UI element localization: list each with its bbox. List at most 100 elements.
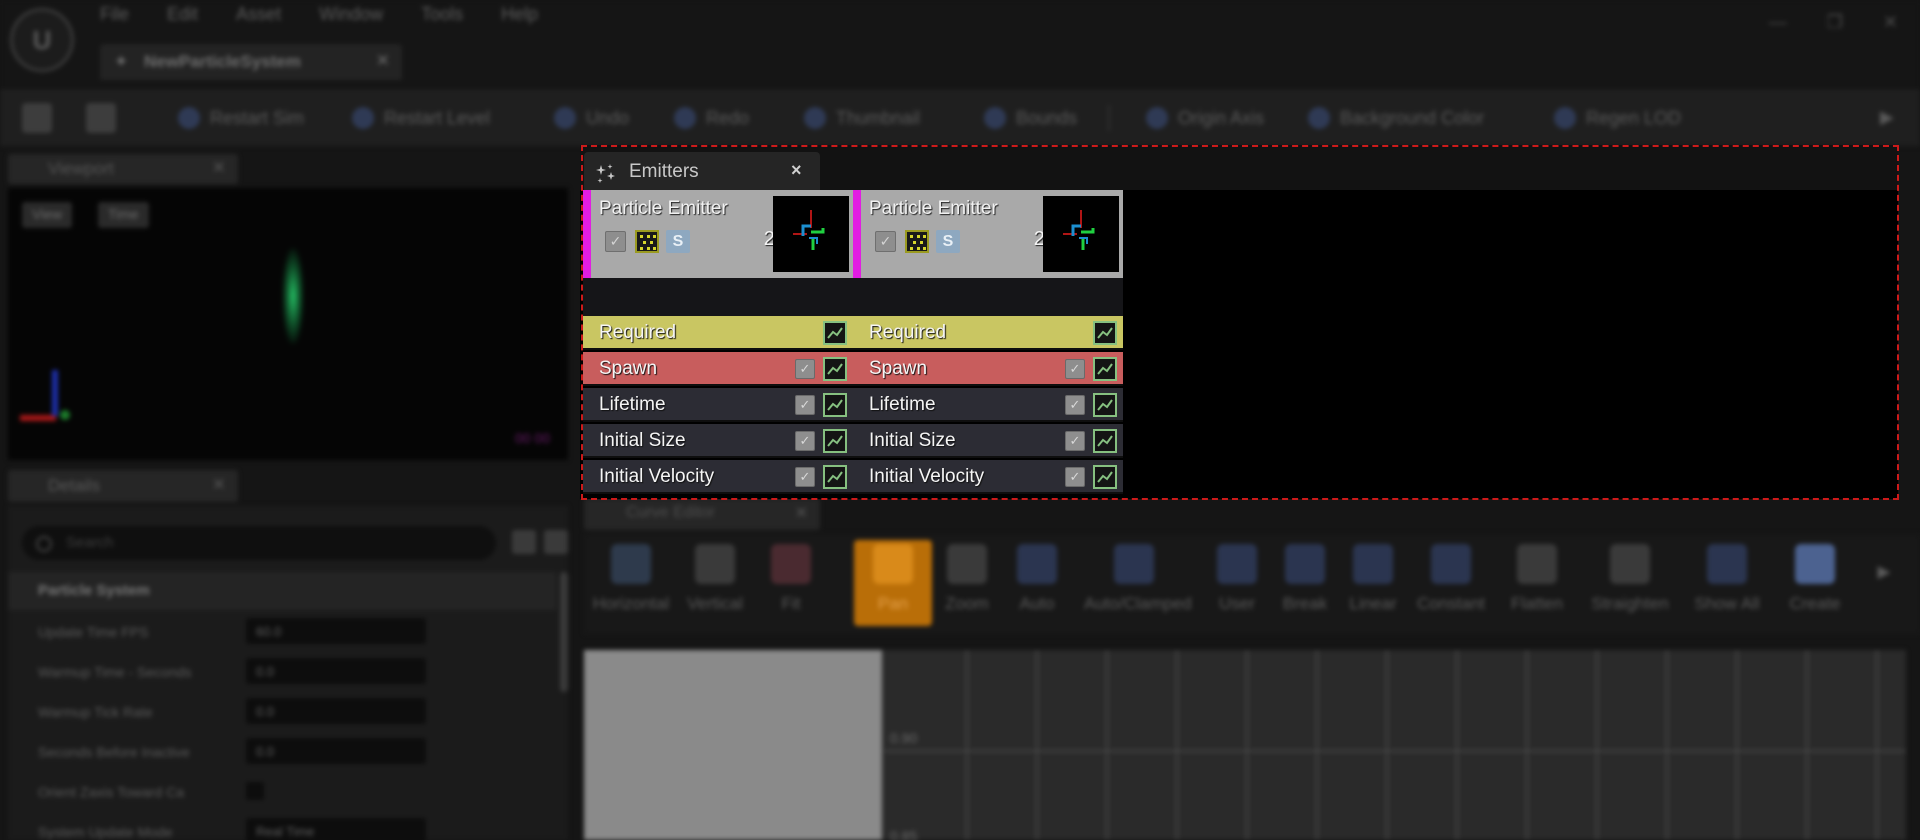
emitter-enable-checkbox[interactable]: ✓ bbox=[605, 231, 626, 252]
view-options-button[interactable]: View bbox=[22, 202, 73, 228]
unreal-logo-icon[interactable]: U bbox=[10, 8, 74, 72]
module-lifetime[interactable]: Lifetime ✓ bbox=[583, 388, 853, 422]
prop-value-field[interactable]: 60.0 bbox=[246, 618, 426, 644]
regen-lod-button[interactable]: Regen LOD bbox=[1554, 107, 1681, 129]
viewport-tab[interactable]: Viewport ✕ bbox=[8, 154, 238, 184]
close-window-icon[interactable]: ✕ bbox=[1883, 12, 1898, 33]
linear-button[interactable]: Linear bbox=[1334, 540, 1412, 626]
module-enable-checkbox[interactable]: ✓ bbox=[795, 395, 815, 415]
zoom-button[interactable]: Zoom bbox=[928, 540, 1006, 626]
user-button[interactable]: User bbox=[1198, 540, 1276, 626]
menu-tools[interactable]: Tools bbox=[421, 4, 463, 25]
settings-icon[interactable] bbox=[544, 530, 568, 554]
module-initial-velocity[interactable]: Initial Velocity ✓ bbox=[583, 460, 853, 494]
curve-graph-icon[interactable] bbox=[1093, 393, 1117, 417]
break-button[interactable]: Break bbox=[1266, 540, 1344, 626]
close-icon[interactable]: ✕ bbox=[212, 475, 226, 495]
curve-graph-icon[interactable] bbox=[823, 393, 847, 417]
constant-button[interactable]: Constant bbox=[1412, 540, 1490, 626]
curve-graph-icon[interactable] bbox=[1093, 321, 1117, 345]
curve-graph-icon[interactable] bbox=[823, 321, 847, 345]
details-tab[interactable]: Details ✕ bbox=[8, 470, 238, 502]
flatten-button[interactable]: Flatten bbox=[1498, 540, 1576, 626]
menu-file[interactable]: File bbox=[100, 4, 129, 25]
emitter-enable-checkbox[interactable]: ✓ bbox=[875, 231, 896, 252]
maximize-icon[interactable]: ❐ bbox=[1827, 12, 1843, 33]
module-enable-checkbox[interactable]: ✓ bbox=[1065, 467, 1085, 487]
bounds-button[interactable]: Bounds bbox=[984, 107, 1077, 129]
module-enable-checkbox[interactable]: ✓ bbox=[795, 467, 815, 487]
curve-graph-icon[interactable] bbox=[823, 357, 847, 381]
emitter-draw-mode-icon[interactable] bbox=[905, 230, 929, 253]
view-options-icon[interactable] bbox=[512, 530, 536, 554]
time-options-button[interactable]: Time bbox=[98, 202, 149, 228]
prop-value-field[interactable]: 0.0 bbox=[246, 698, 426, 724]
curve-graph-icon[interactable] bbox=[823, 465, 847, 489]
prop-value-field[interactable]: 0.0 bbox=[246, 738, 426, 764]
prop-value-field[interactable]: 0.0 bbox=[246, 658, 426, 684]
close-icon[interactable]: × bbox=[791, 160, 802, 181]
module-enable-checkbox[interactable]: ✓ bbox=[1065, 431, 1085, 451]
curve-graph-icon[interactable] bbox=[823, 429, 847, 453]
module-initial-velocity[interactable]: Initial Velocity ✓ bbox=[853, 460, 1123, 494]
emitter-header[interactable]: Particle Emitter ✓ S 23 bbox=[583, 190, 853, 278]
create-button[interactable]: Create bbox=[1776, 540, 1854, 626]
menu-help[interactable]: Help bbox=[501, 4, 538, 25]
module-initial-size[interactable]: Initial Size ✓ bbox=[853, 424, 1123, 458]
module-initial-size[interactable]: Initial Size ✓ bbox=[583, 424, 853, 458]
curve-graph[interactable]: 0.90 0.85 bbox=[584, 650, 1906, 840]
module-enable-checkbox[interactable]: ✓ bbox=[1065, 359, 1085, 379]
section-particle-system[interactable]: Particle System bbox=[8, 572, 556, 610]
emitter-header[interactable]: Particle Emitter ✓ S 23 bbox=[853, 190, 1123, 278]
straighten-button[interactable]: Straighten bbox=[1584, 540, 1676, 626]
module-enable-checkbox[interactable]: ✓ bbox=[795, 359, 815, 379]
curve-toolbar-overflow-icon[interactable]: ▶ bbox=[1864, 540, 1904, 626]
emitters-tab[interactable]: Emitters × bbox=[584, 152, 820, 190]
viewport[interactable]: View Time 00 00 bbox=[8, 188, 568, 460]
horizontal-fit-button[interactable]: Horizontal bbox=[592, 540, 670, 626]
close-icon[interactable]: ✕ bbox=[376, 51, 390, 71]
emitter-draw-mode-icon[interactable] bbox=[635, 230, 659, 253]
menu-window[interactable]: Window bbox=[319, 4, 383, 25]
prop-checkbox[interactable] bbox=[246, 782, 264, 800]
curve-graph-icon[interactable] bbox=[1093, 429, 1117, 453]
prop-dropdown[interactable]: Real Time bbox=[246, 818, 426, 840]
auto-button[interactable]: Auto bbox=[998, 540, 1076, 626]
show-all-button[interactable]: Show All bbox=[1684, 540, 1770, 626]
document-tab[interactable]: ✦ NewParticleSystem ✕ bbox=[100, 44, 402, 80]
emitter-solo-button[interactable]: S bbox=[936, 230, 960, 253]
redo-button[interactable]: Redo bbox=[674, 107, 749, 129]
curve-graph-icon[interactable] bbox=[1093, 357, 1117, 381]
auto-clamped-button[interactable]: Auto/Clamped bbox=[1084, 540, 1192, 626]
module-spawn[interactable]: Spawn ✓ bbox=[583, 352, 853, 386]
vertical-fit-button[interactable]: Vertical bbox=[676, 540, 754, 626]
thumbnail-button[interactable]: Thumbnail bbox=[804, 107, 920, 129]
module-lifetime[interactable]: Lifetime ✓ bbox=[853, 388, 1123, 422]
origin-axis-button[interactable]: Origin Axis bbox=[1146, 107, 1264, 129]
curve-track-list[interactable] bbox=[584, 650, 882, 840]
module-required[interactable]: Required bbox=[853, 316, 1123, 350]
close-icon[interactable]: ✕ bbox=[795, 503, 808, 523]
details-scrollbar[interactable] bbox=[560, 572, 568, 692]
curve-editor-tab[interactable]: Curve Editor ✕ bbox=[584, 498, 820, 530]
module-required[interactable]: Required bbox=[583, 316, 853, 350]
close-icon[interactable]: ✕ bbox=[212, 158, 226, 178]
save-icon[interactable] bbox=[22, 103, 52, 133]
background-color-button[interactable]: Background Color bbox=[1308, 107, 1484, 129]
menu-asset[interactable]: Asset bbox=[236, 4, 281, 25]
module-enable-checkbox[interactable]: ✓ bbox=[795, 431, 815, 451]
undo-button[interactable]: Undo bbox=[554, 107, 629, 129]
fit-button[interactable]: Fit bbox=[752, 540, 830, 626]
toolbar-overflow-icon[interactable]: ▶ bbox=[1880, 107, 1894, 128]
minimize-icon[interactable]: — bbox=[1769, 12, 1787, 33]
details-search-input[interactable]: Search bbox=[22, 526, 496, 560]
browse-icon[interactable] bbox=[86, 103, 116, 133]
module-spawn[interactable]: Spawn ✓ bbox=[853, 352, 1123, 386]
module-enable-checkbox[interactable]: ✓ bbox=[1065, 395, 1085, 415]
menu-edit[interactable]: Edit bbox=[167, 4, 198, 25]
restart-sim-button[interactable]: Restart Sim bbox=[178, 107, 304, 129]
emitter-solo-button[interactable]: S bbox=[666, 230, 690, 253]
curve-graph-icon[interactable] bbox=[1093, 465, 1117, 489]
pan-button[interactable]: Pan bbox=[854, 540, 932, 626]
restart-level-button[interactable]: Restart Level bbox=[352, 107, 490, 129]
